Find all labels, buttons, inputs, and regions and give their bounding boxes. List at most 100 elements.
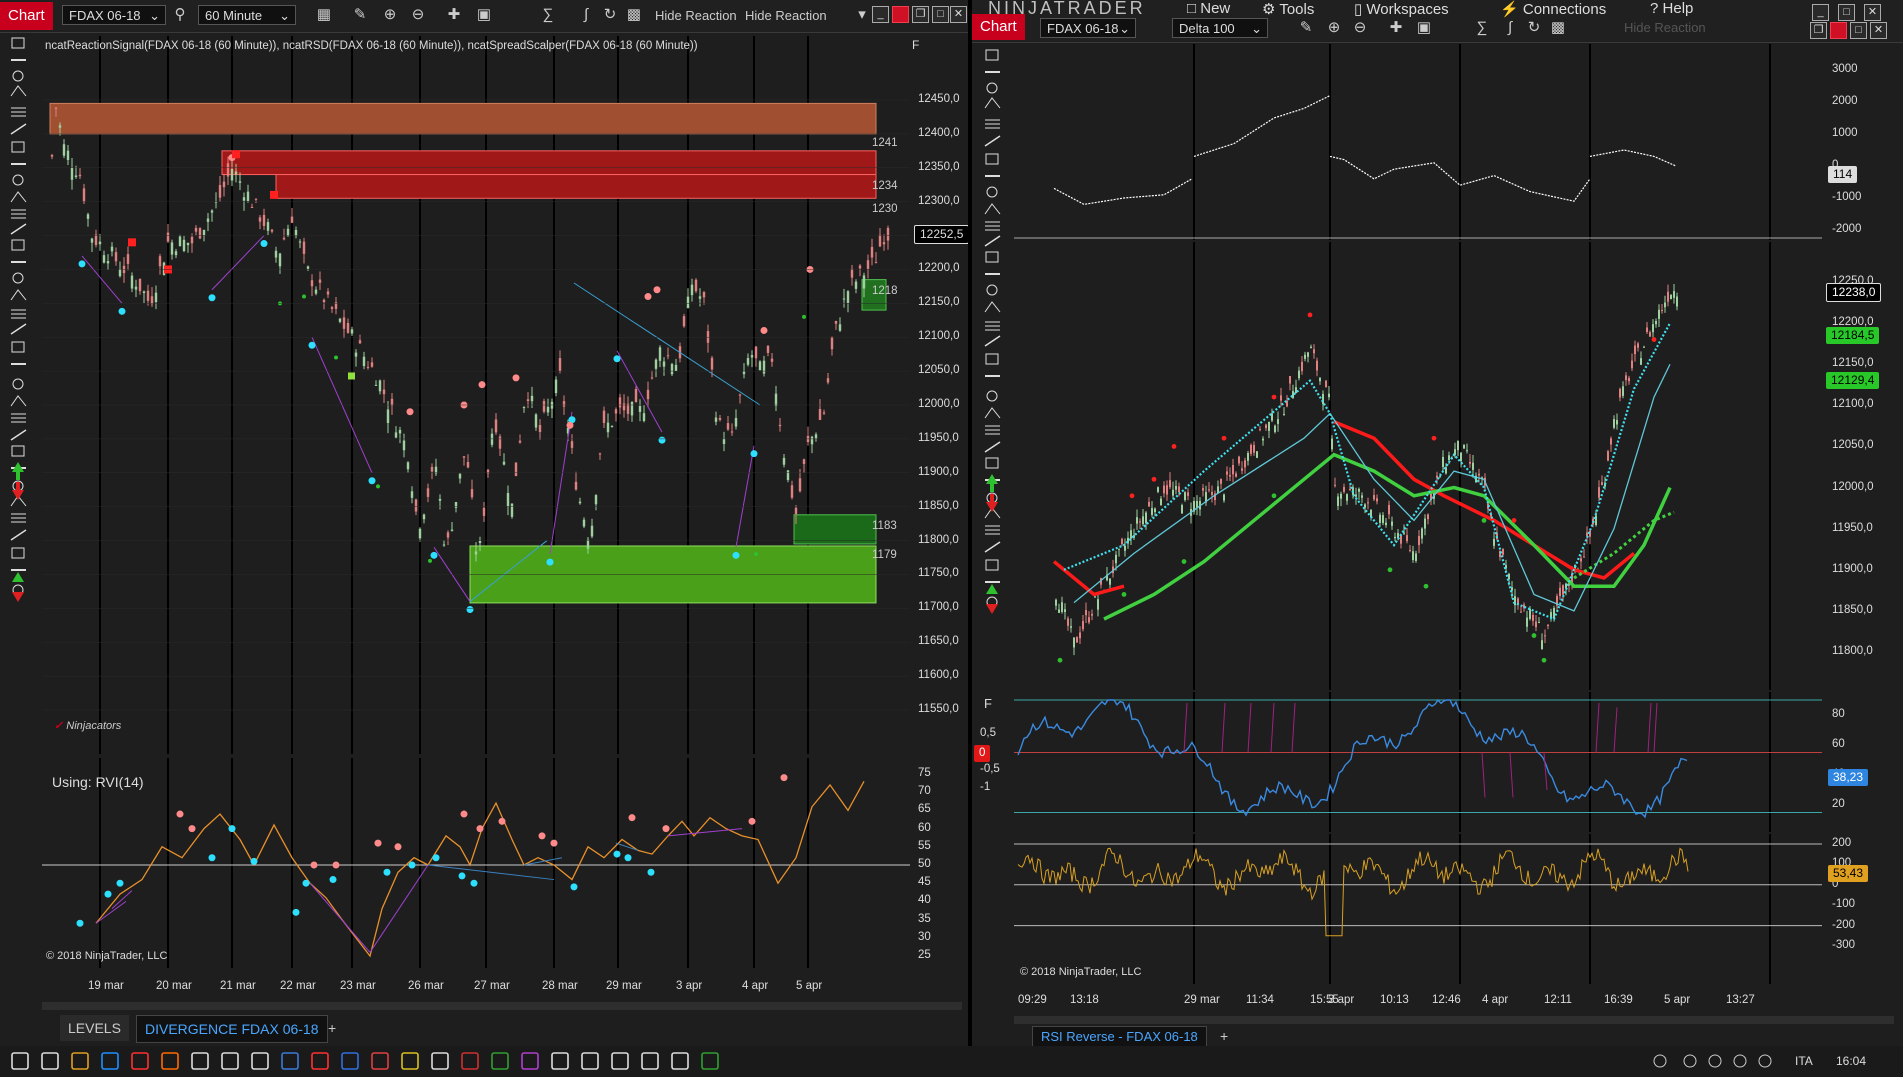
delta-axis[interactable]: 3000 2000 1000 0 -1000 -2000 114: [1822, 44, 1903, 240]
indicator-icon[interactable]: ∫: [1500, 18, 1520, 38]
left-chart-toolbar: Chart FDAX 06-18 ⌄ ⚲ 60 Minute ⌄ ▦ ✎ ⊕ ⊖ ✚…: [0, 0, 968, 33]
grid-icon[interactable]: ▩: [624, 5, 644, 25]
candle-body: [406, 462, 410, 470]
instrument-selector[interactable]: FDAX 06-18 ⌄: [62, 5, 166, 25]
bottom-tick-label: -200: [1832, 918, 1856, 931]
chevron-down-icon[interactable]: ▾: [852, 5, 872, 25]
restore-icon[interactable]: ❐: [1810, 22, 1827, 39]
delta-panel[interactable]: [1014, 44, 1822, 240]
signal-dot-buy: [658, 436, 666, 444]
price-panel[interactable]: ncatReactionSignal(FDAX 06-18 (60 Minute…: [42, 36, 919, 754]
rvi-dot-sell: [748, 817, 756, 825]
link-color-icon[interactable]: [1830, 22, 1847, 39]
pencil-icon[interactable]: ✎: [1296, 18, 1316, 38]
close-icon[interactable]: ✕: [1864, 4, 1881, 21]
bottom-indicator-panel[interactable]: © 2018 NinjaTrader, LLC: [1014, 834, 1822, 984]
reload-icon[interactable]: ↻: [600, 5, 620, 25]
menu-workspaces[interactable]: ▯ Workspaces: [1354, 0, 1449, 18]
indicator-icon[interactable]: ∫: [576, 5, 596, 25]
maximize-icon[interactable]: □: [1850, 22, 1867, 39]
candle-body: [1091, 613, 1093, 616]
reload-icon[interactable]: ↻: [1524, 18, 1544, 38]
hide-reaction-button[interactable]: Hide Reaction: [1624, 20, 1706, 35]
zoom-in-icon[interactable]: ⊕: [380, 5, 400, 25]
rvi-divergence-line: [309, 882, 371, 953]
properties-icon[interactable]: ▣: [474, 5, 494, 25]
minimize-icon[interactable]: _: [1812, 4, 1829, 21]
tool-fib-icon: [985, 425, 1000, 435]
pencil-icon[interactable]: ✎: [350, 5, 370, 25]
candle-body: [186, 242, 190, 246]
interval-selector[interactable]: Delta 100 ⌄: [1172, 18, 1268, 38]
bars-icon[interactable]: ▦: [314, 5, 334, 25]
price-panel[interactable]: [1014, 242, 1822, 690]
add-tab-button[interactable]: +: [320, 1015, 344, 1041]
restore-icon[interactable]: ❐: [912, 6, 929, 23]
clock[interactable]: 16:04: [1836, 1054, 1866, 1068]
menu-connections-label: Connections: [1522, 1, 1607, 18]
properties-icon[interactable]: ▣: [1414, 18, 1434, 38]
horizontal-scrollbar[interactable]: [1014, 1016, 1894, 1024]
close-icon[interactable]: ✕: [950, 6, 967, 23]
horizontal-scrollbar[interactable]: [42, 1002, 962, 1010]
chart-menu-button[interactable]: Chart: [972, 14, 1025, 40]
strategy-icon[interactable]: ∑: [1472, 18, 1492, 38]
language-indicator[interactable]: ITA: [1795, 1054, 1813, 1068]
tray-icon: [1758, 1054, 1772, 1068]
time-axis[interactable]: 09:29 13:18 29 mar 11:34 15:55 3 apr 10:13 12:4…: [1014, 994, 1822, 1014]
tab-rsi-reverse[interactable]: RSI Reverse - FDAX 06-18: [1032, 1026, 1207, 1046]
tab-divergence[interactable]: DIVERGENCE FDAX 06-18: [136, 1015, 328, 1043]
chart-menu-button[interactable]: Chart: [0, 2, 53, 30]
candle-body: [258, 217, 262, 222]
search-icon[interactable]: ⚲: [170, 5, 190, 25]
rvi-tick-label: 40: [918, 894, 931, 907]
instrument-selector[interactable]: FDAX 06-18 ⌄: [1040, 18, 1136, 38]
maximize-icon[interactable]: □: [1838, 4, 1855, 21]
tab-levels[interactable]: LEVELS: [60, 1015, 129, 1041]
osc-spike: [1270, 702, 1275, 753]
drawing-tools-icons[interactable]: [8, 32, 36, 692]
candle-body: [1118, 548, 1120, 550]
maximize-icon[interactable]: □: [932, 6, 949, 23]
interval-selector[interactable]: 60 Minute ⌄: [198, 5, 296, 25]
close-icon[interactable]: ✕: [1870, 22, 1887, 39]
menu-help[interactable]: ? Help: [1650, 0, 1693, 17]
add-tab-button[interactable]: +: [1212, 1026, 1236, 1046]
menu-tools[interactable]: ⚙ Tools: [1262, 0, 1314, 18]
link-color-icon[interactable]: [892, 6, 909, 23]
grid-icon[interactable]: ▩: [1548, 18, 1568, 38]
crosshair-icon[interactable]: ✚: [1386, 18, 1406, 38]
candle-body: [750, 355, 754, 358]
rvi-panel[interactable]: Using: RVI(14) © 2018 NinjaTrader, LLC: [42, 758, 910, 968]
oscillator-right-axis[interactable]: 8060402038,23: [1822, 692, 1903, 832]
hide-reaction-button-2[interactable]: Hide Reaction: [745, 8, 827, 23]
candle-body: [274, 250, 278, 258]
signal-dot-buy: [1481, 518, 1487, 523]
rvi-axis[interactable]: 75 70 65 60 55 50 45 40 35 30 25: [910, 758, 968, 968]
zoom-in-icon[interactable]: ⊕: [1324, 18, 1344, 38]
candle-body: [1244, 460, 1246, 468]
menu-connections[interactable]: ⚡ Connections: [1500, 0, 1606, 18]
strategy-icon[interactable]: ∑: [538, 5, 558, 25]
price-axis[interactable]: 12250,0 12200,0 12150,0 12100,0 12050,0 12000…: [1822, 242, 1903, 690]
candle-body: [82, 188, 86, 202]
rvi-tick-label: 70: [918, 785, 931, 798]
minimize-icon[interactable]: _: [872, 6, 889, 23]
zoom-out-icon[interactable]: ⊖: [1350, 18, 1370, 38]
taskbar-app-icons[interactable]: [0, 1046, 1800, 1077]
menu-new[interactable]: □ New: [1187, 0, 1230, 17]
bottom-axis[interactable]: 200 100 0 -100 -200 -300 53,43: [1822, 834, 1903, 984]
oscillator-left-axis[interactable]: 0,5 0 -0,5 -1: [972, 692, 1014, 832]
candle-body: [534, 414, 538, 428]
price-axis[interactable]: 12450,012400,012350,012300,012250,012200…: [872, 36, 968, 754]
bottom-value-tag: 53,43: [1828, 864, 1869, 882]
crosshair-icon[interactable]: ✚: [444, 5, 464, 25]
zoom-out-icon[interactable]: ⊖: [408, 5, 428, 25]
hide-reaction-button-1[interactable]: Hide Reaction: [655, 8, 737, 23]
candle-body: [54, 107, 58, 109]
date-axis[interactable]: 19 mar 20 mar 21 mar 22 mar 23 mar 26 mar 27 m…: [42, 980, 910, 1000]
drawing-tools-icons[interactable]: [982, 44, 1010, 704]
rvi-dot-buy: [432, 854, 440, 862]
oscillator-panel[interactable]: F: [984, 692, 1822, 832]
signal-dot-buy: [546, 558, 554, 566]
